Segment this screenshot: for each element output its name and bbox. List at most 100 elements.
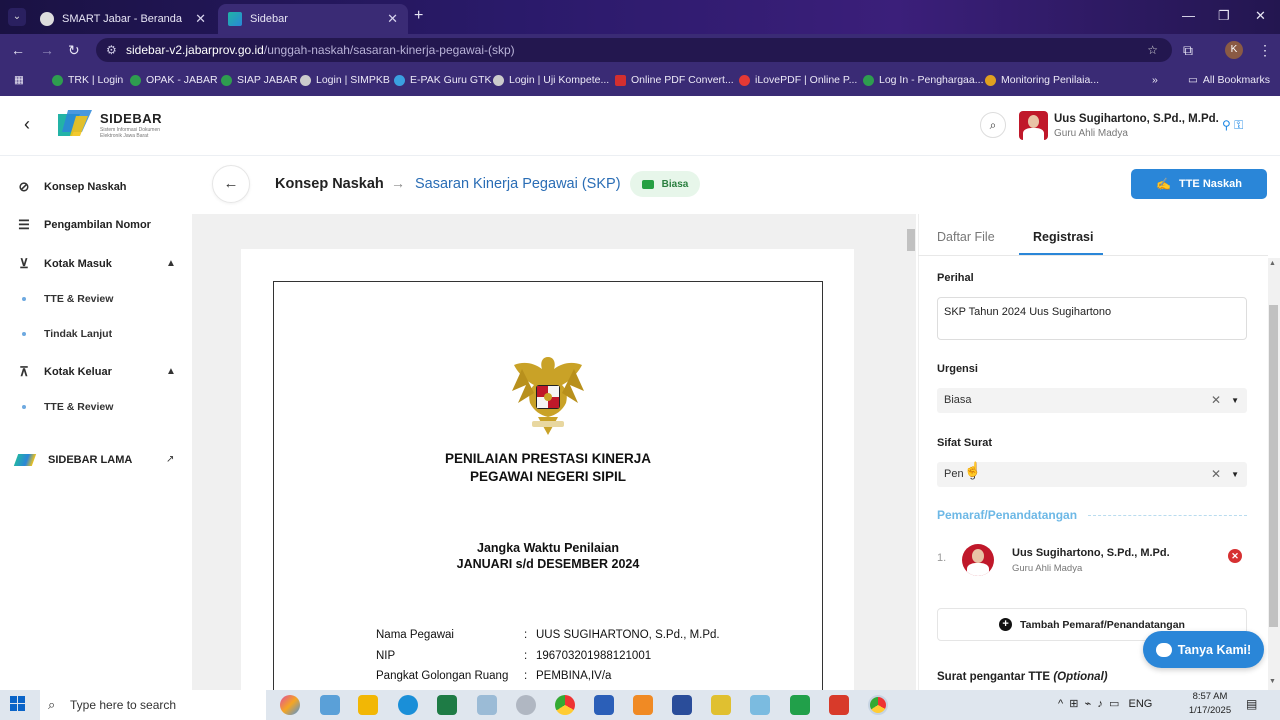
- paint-icon[interactable]: [477, 695, 497, 715]
- clock-date[interactable]: 1/17/2025: [1188, 705, 1232, 716]
- bookmark-item[interactable]: iLovePDF | Online P...: [739, 74, 857, 86]
- tab-daftar-file[interactable]: Daftar File: [937, 230, 995, 244]
- user-name: Uus Sugihartono, S.Pd., M.Pd.: [1054, 113, 1219, 125]
- close-tab-icon[interactable]: ✕: [387, 11, 398, 27]
- app-icon[interactable]: [672, 695, 692, 715]
- excel-icon[interactable]: [437, 695, 457, 715]
- bookmark-label: Login | SIMPKB: [316, 74, 390, 86]
- sidebar-subitem-tindak-lanjut[interactable]: Tindak Lanjut: [22, 328, 112, 340]
- apps-icon[interactable]: ▦: [14, 74, 24, 86]
- sidebar-item-label: TTE & Review: [44, 293, 114, 305]
- sidebar-lama-logo-icon: [13, 454, 37, 466]
- urgensi-select[interactable]: Biasa ✕ ▼: [937, 388, 1247, 413]
- bookmark-item[interactable]: Monitoring Penilaia...: [985, 74, 1099, 86]
- scroll-down-icon[interactable]: ▼: [1269, 678, 1276, 685]
- close-tab-icon[interactable]: ✕: [195, 11, 206, 27]
- chevron-down-icon[interactable]: ▼: [1231, 462, 1239, 487]
- viewer-scroll-thumb[interactable]: [907, 229, 915, 251]
- language-indicator[interactable]: ENG: [1129, 698, 1153, 710]
- pdf-icon[interactable]: [633, 695, 653, 715]
- chrome-icon[interactable]: [555, 695, 575, 715]
- app-header: ‹ SIDEBAR Sistem Informasi Dokumen Elekt…: [0, 96, 1280, 156]
- bookmark-item[interactable]: E-PAK Guru GTK: [394, 74, 492, 86]
- bookmark-star-icon[interactable]: ☆: [1147, 38, 1158, 62]
- browser-tab-smart-jabar[interactable]: SMART Jabar - Beranda ✕: [30, 4, 216, 34]
- user-role: Guru Ahli Madya: [1054, 128, 1128, 139]
- remove-pemaraf-icon[interactable]: ✕: [1228, 549, 1242, 563]
- app-icon[interactable]: [790, 695, 810, 715]
- pemaraf-index: 1.: [937, 552, 947, 564]
- sidebar-item-pengambilan-nomor[interactable]: ☰ Pengambilan Nomor: [16, 215, 151, 235]
- system-tray[interactable]: ^ ⊞ ⌁ ♪ ▭ ENG: [1058, 697, 1152, 710]
- scroll-up-icon[interactable]: ▲: [1269, 260, 1276, 267]
- viewer-scrollbar[interactable]: [906, 218, 916, 690]
- copilot-icon[interactable]: [280, 695, 300, 715]
- sidebar-item-kotak-keluar[interactable]: ⊼ Kotak Keluar: [16, 362, 112, 382]
- address-bar[interactable]: ⚙ sidebar-v2.jabarprov.go.id/unggah-nask…: [96, 38, 1172, 62]
- bookmark-label: Monitoring Penilaia...: [1001, 74, 1100, 86]
- doc-row-label: Nama Pegawai: [376, 629, 454, 641]
- bookmark-item[interactable]: OPAK - JABAR: [130, 74, 218, 86]
- app-icon[interactable]: [829, 695, 849, 715]
- bookmark-label: Online PDF Convert...: [631, 74, 734, 86]
- sidebar-item-kotak-masuk[interactable]: ⊻ Kotak Masuk: [16, 254, 112, 274]
- browser-tab-sidebar[interactable]: Sidebar ✕: [218, 4, 408, 34]
- breadcrumb-konsep-naskah[interactable]: Konsep Naskah: [275, 176, 384, 192]
- restore-icon[interactable]: ❐: [1218, 8, 1230, 24]
- minimize-icon[interactable]: —: [1182, 8, 1195, 23]
- windows-start-icon[interactable]: [10, 696, 26, 712]
- sidebar-subitem-tte-review-keluar[interactable]: TTE & Review: [22, 401, 113, 413]
- word-icon[interactable]: [594, 695, 614, 715]
- back-icon[interactable]: ←: [11, 42, 25, 58]
- chevron-up-icon[interactable]: ▲: [166, 258, 176, 269]
- bookmark-item[interactable]: Login | Uji Kompete...: [493, 74, 609, 86]
- extensions-icon[interactable]: ⧉: [1183, 42, 1193, 59]
- site-info-icon[interactable]: ⚙: [106, 38, 117, 62]
- profile-avatar[interactable]: K: [1225, 41, 1243, 59]
- back-button[interactable]: ←: [212, 165, 250, 203]
- sifat-surat-select[interactable]: Pen g ✕ ▼: [937, 462, 1247, 487]
- chevron-up-icon[interactable]: ▲: [166, 366, 176, 377]
- account-search-icon[interactable]: ⌕: [980, 112, 1006, 138]
- menu-icon[interactable]: ⋮: [1258, 42, 1272, 59]
- chevron-down-icon[interactable]: ▼: [1231, 388, 1239, 413]
- collapse-sidebar-icon[interactable]: ‹: [24, 114, 30, 135]
- tab-registrasi[interactable]: Registrasi: [1033, 230, 1093, 244]
- perihal-textarea[interactable]: SKP Tahun 2024 Uus Sugihartono: [937, 297, 1247, 340]
- bookmark-item[interactable]: Login | SIMPKB: [300, 74, 390, 86]
- sidebar-subitem-tte-review-masuk[interactable]: TTE & Review: [22, 293, 113, 305]
- snipping-icon[interactable]: [516, 695, 536, 715]
- clear-icon[interactable]: ✕: [1211, 462, 1221, 487]
- external-link-icon[interactable]: ↗: [166, 454, 174, 465]
- panel-scroll-thumb[interactable]: [1269, 305, 1278, 627]
- sidebar-item-sidebar-lama[interactable]: SIDEBAR LAMA: [13, 450, 132, 470]
- edge-icon[interactable]: [398, 695, 418, 715]
- chrome-active-icon[interactable]: [868, 695, 888, 715]
- clear-icon[interactable]: ✕: [1211, 388, 1221, 413]
- close-window-icon[interactable]: ✕: [1255, 8, 1266, 24]
- sidebar-item-konsep-naskah[interactable]: ⊘ Konsep Naskah: [16, 177, 127, 197]
- doc-row-colon: :: [524, 629, 528, 641]
- bookmark-item[interactable]: Log In - Penghargaa...: [863, 74, 984, 86]
- file-explorer-icon[interactable]: [358, 695, 378, 715]
- app-icon[interactable]: [750, 695, 770, 715]
- bookmark-item[interactable]: Online PDF Convert...: [615, 74, 734, 86]
- user-avatar[interactable]: [1019, 111, 1048, 140]
- notification-icon[interactable]: ▤: [1246, 697, 1257, 711]
- button-label: Tambah Pemaraf/Penandatangan: [1020, 618, 1185, 631]
- clock-time[interactable]: 8:57 AM: [1192, 691, 1228, 702]
- more-bookmarks-icon[interactable]: »: [1152, 74, 1158, 86]
- forward-icon[interactable]: →: [40, 42, 54, 58]
- tte-naskah-button[interactable]: ✍ TTE Naskah: [1131, 169, 1267, 199]
- tab-search-icon[interactable]: ⌄: [8, 8, 26, 26]
- taskbar-search-input[interactable]: ⌕ Type here to search: [40, 690, 266, 720]
- bookmark-item[interactable]: TRK | Login: [52, 74, 123, 86]
- chat-help-button[interactable]: Tanya Kami!: [1143, 631, 1264, 668]
- bookmark-item[interactable]: SIAP JABAR: [221, 74, 298, 86]
- key-icon[interactable]: ⚲ ⚿: [1222, 118, 1243, 133]
- new-tab-button[interactable]: +: [414, 7, 423, 25]
- reload-icon[interactable]: ↻: [68, 42, 80, 59]
- widgets-icon[interactable]: [320, 695, 340, 715]
- app-icon[interactable]: [711, 695, 731, 715]
- all-bookmarks[interactable]: ▭ All Bookmarks: [1188, 74, 1270, 86]
